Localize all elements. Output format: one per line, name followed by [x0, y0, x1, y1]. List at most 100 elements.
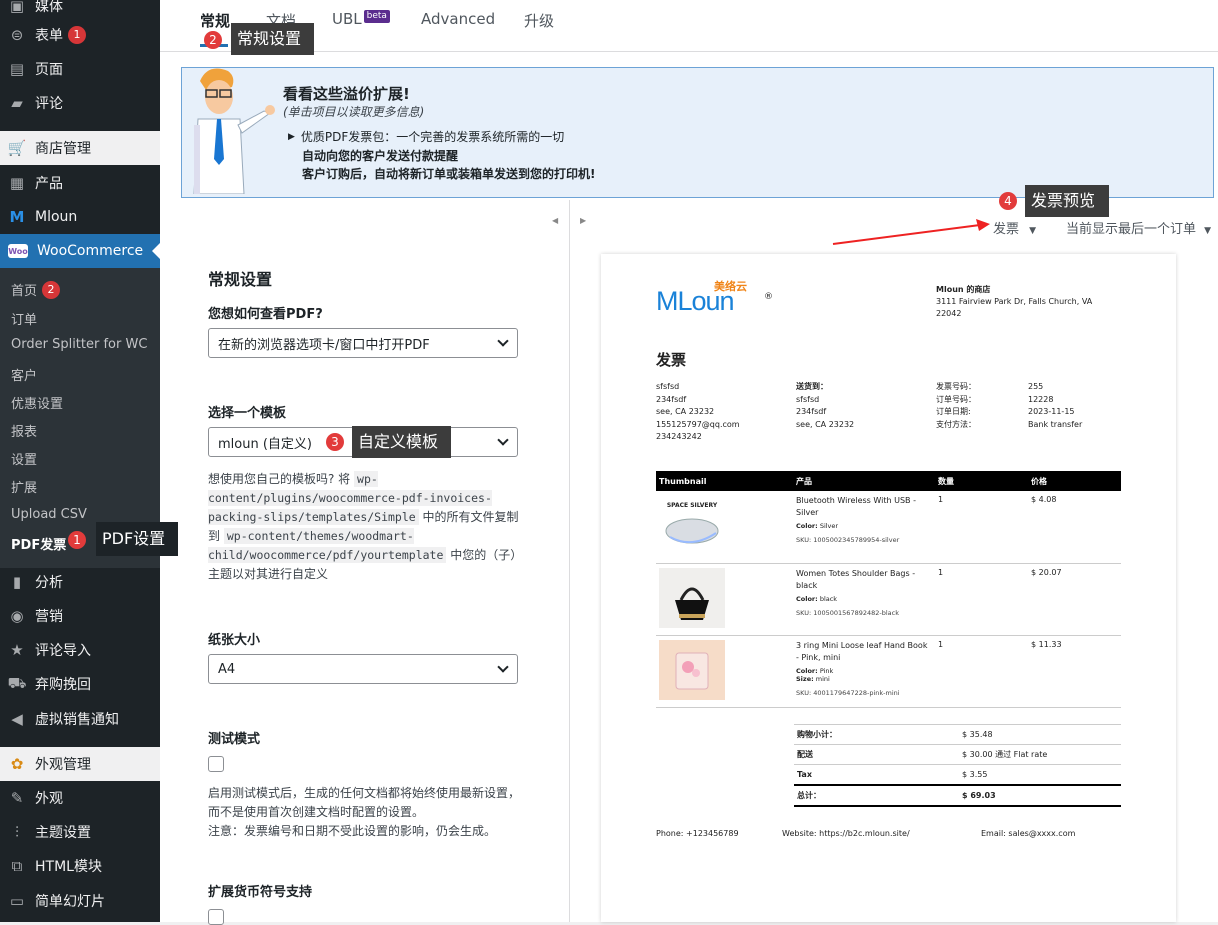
- sidebar-item-comments[interactable]: ▰ 评论: [0, 86, 160, 120]
- column-header: 产品: [793, 471, 935, 491]
- invoice-preview: 美络云 MLoun ® Mloun 的商店 3111 Fairview Park…: [601, 254, 1176, 922]
- active-arrow-icon: [152, 243, 160, 259]
- template-description: 想使用您自己的模板吗? 将 wp-content/plugins/woocomm…: [208, 471, 523, 581]
- shop-cart-icon: 🛒: [7, 139, 27, 157]
- submenu-item-upload-csv[interactable]: Upload CSV: [11, 507, 87, 522]
- sidebar-item-marketing[interactable]: ◉ 营销: [0, 599, 160, 633]
- cart-icon: ⛟: [7, 674, 27, 692]
- callout-number: 1: [68, 531, 86, 549]
- sliders-icon: ⫶: [15, 823, 19, 841]
- totals-row: 配送 $ 30.00 通过 Flat rate: [794, 744, 1121, 765]
- callout-number: 3: [326, 433, 344, 451]
- tab-advanced[interactable]: Advanced: [421, 10, 495, 28]
- main-content: 常规 文档 UBL beta Advanced 升级 看看这些溢价扩展! (单击项…: [160, 0, 1218, 925]
- product-thumbnail: [659, 639, 725, 700]
- star-icon: ★: [10, 641, 24, 659]
- currency-support-checkbox[interactable]: [208, 909, 224, 925]
- sidebar-item-review-import[interactable]: ★ 评论导入: [0, 633, 160, 667]
- currency-support-label: 扩展货币符号支持: [208, 885, 313, 900]
- submenu-item-extensions[interactable]: 扩展: [11, 477, 37, 496]
- submenu-item-pdf-invoices[interactable]: PDF发票: [11, 534, 66, 553]
- callout-custom-template: 3 自定义模板: [325, 426, 451, 458]
- template-label: 选择一个模板: [208, 406, 287, 421]
- sidebar-header-appearance[interactable]: ✿ 外观管理: [0, 747, 160, 781]
- callout-pdf-settings: 1 PDF设置: [66, 522, 178, 556]
- test-mode-label: 测试模式: [208, 732, 261, 747]
- forms-icon: ⊜: [10, 26, 24, 44]
- caret-down-icon: ▼: [1029, 226, 1037, 236]
- sidebar-item-sales-notify[interactable]: ◀ 虚拟销售通知: [0, 702, 160, 736]
- table-row: 3 ring Mini Loose leaf Hand Book - Pink,…: [656, 635, 1121, 708]
- submenu-item-orders[interactable]: 订单: [11, 309, 37, 328]
- sidebar-item-cart-recovery[interactable]: ⛟ 弃购挽回: [0, 667, 160, 701]
- product-thumbnail: [659, 567, 725, 628]
- sidebar-item-slideshow[interactable]: ▭ 简单幻灯片: [0, 884, 160, 918]
- shop-address-1: 3111 Fairview Park Dr, Falls Church, VA: [936, 297, 1093, 306]
- invoice-title: 发票: [656, 351, 687, 369]
- test-mode-checkbox[interactable]: [208, 756, 224, 772]
- settings-tabs: 常规 文档 UBL beta Advanced 升级: [160, 0, 1218, 52]
- sidebar-item-woocommerce[interactable]: Woo WooCommerce: [0, 234, 160, 268]
- table-row: SPACE SILVERY Bluetooth Wireless With US…: [656, 491, 1121, 564]
- view-pdf-select[interactable]: 在新的浏览器选项卡/窗口中打开PDF: [208, 328, 518, 358]
- sidebar-item-html-blocks[interactable]: ⧉ HTML模块: [0, 849, 160, 883]
- invoice-items-table: Thumbnail 产品 数量 价格 SPACE SILVERY Bluetoo…: [656, 471, 1121, 708]
- comments-icon: ▰: [11, 94, 23, 112]
- shop-name: Mloun 的商店: [936, 285, 991, 294]
- invoice-meta-values: 255 12228 2023-11-15 Bank transfer: [1028, 382, 1083, 429]
- column-header: 数量: [935, 471, 1028, 491]
- banner-item[interactable]: ▶ 优质PDF发票包：一个完善的发票系统所需的一切: [288, 128, 564, 145]
- home-badge: 2: [42, 280, 61, 299]
- palm-icon: ✿: [10, 755, 24, 773]
- column-header: 价格: [1028, 471, 1121, 491]
- banner-title: 看看这些溢价扩展!: [283, 85, 410, 103]
- paper-size-select[interactable]: A4: [208, 654, 518, 684]
- sidebar-item-analytics[interactable]: ▮ 分析: [0, 565, 160, 599]
- presenter-illustration: [193, 68, 275, 194]
- invoice-totals: 购物小计： $ 35.48 配送 $ 30.00 通过 Flat rate Tax $…: [794, 724, 1121, 807]
- callout-number: 2: [204, 31, 222, 49]
- slides-icon: ▭: [9, 892, 25, 910]
- sidebar-item-pages[interactable]: ▤ 页面: [0, 52, 160, 86]
- sidebar-item-forms[interactable]: ⊜ 表单 1: [0, 18, 160, 52]
- callout-number: 4: [999, 192, 1017, 210]
- submenu-item-coupons[interactable]: 优惠设置: [11, 393, 63, 412]
- order-select[interactable]: 当前显示最后一个订单 ▼: [1066, 218, 1211, 237]
- footer-email: Email: sales@xxxx.com: [981, 829, 1076, 838]
- analytics-icon: ▮: [12, 573, 22, 591]
- pages-icon: ▤: [9, 60, 25, 78]
- megaphone-icon: ◀: [11, 710, 23, 728]
- expand-right-icon[interactable]: ▶: [580, 216, 586, 225]
- billing-address: sfsfsd 234fsdf see, CA 23232 155125797@q…: [656, 382, 740, 441]
- triangle-right-icon: ▶: [288, 131, 295, 142]
- submenu-item-home[interactable]: 首页 2: [11, 280, 61, 299]
- premium-extensions-banner[interactable]: 看看这些溢价扩展! (单击项目以读取更多信息) ▶ 优质PDF发票包：一个完善的…: [181, 67, 1214, 198]
- marketing-icon: ◉: [10, 607, 24, 625]
- tab-upgrade[interactable]: 升级: [524, 10, 554, 31]
- sidebar-item-theme-settings[interactable]: ⫶ 主题设置: [0, 815, 160, 849]
- template-dest-path: wp-content/themes/woodmart-child/woocomm…: [208, 528, 447, 563]
- shop-address-2: 22042: [936, 309, 962, 318]
- invoice-meta-labels: 发票号码： 订单号码： 订单日期: 支付方法：: [936, 382, 976, 429]
- submenu-item-order-splitter[interactable]: Order Splitter for WC: [11, 337, 147, 352]
- product-thumbnail: SPACE SILVERY: [659, 495, 725, 555]
- chevron-down-icon: [497, 434, 509, 446]
- sidebar-item-mloun[interactable]: M Mloun: [0, 200, 160, 234]
- chevron-down-icon: [497, 661, 509, 673]
- test-mode-description: 启用测试模式后，生成的任何文档都将始终使用最新设置，而不是使用首次创建文档时配置…: [208, 786, 521, 838]
- submenu-item-reports[interactable]: 报表: [11, 421, 37, 440]
- sidebar-item-appearance[interactable]: ✎ 外观: [0, 781, 160, 815]
- table-header-row: Thumbnail 产品 数量 价格: [656, 471, 1121, 491]
- submenu-item-settings[interactable]: 设置: [11, 449, 37, 468]
- shipping-address: 送货到： sfsfsd 234fsdf see, CA 23232: [796, 382, 855, 429]
- tab-ubl[interactable]: UBL beta: [332, 10, 390, 28]
- submenu-item-customers[interactable]: 客户: [11, 365, 37, 384]
- paper-size-label: 纸张大小: [208, 633, 261, 648]
- sidebar-item-products[interactable]: ▦ 产品: [0, 166, 160, 200]
- sidebar-header-shop[interactable]: 🛒 商店管理: [0, 131, 160, 165]
- beta-badge: beta: [363, 10, 390, 23]
- woocommerce-icon: Woo: [8, 244, 28, 258]
- notebook-image: [675, 652, 709, 689]
- footer-phone: Phone: +123456789: [656, 829, 739, 838]
- collapse-left-icon[interactable]: ◀: [552, 216, 558, 225]
